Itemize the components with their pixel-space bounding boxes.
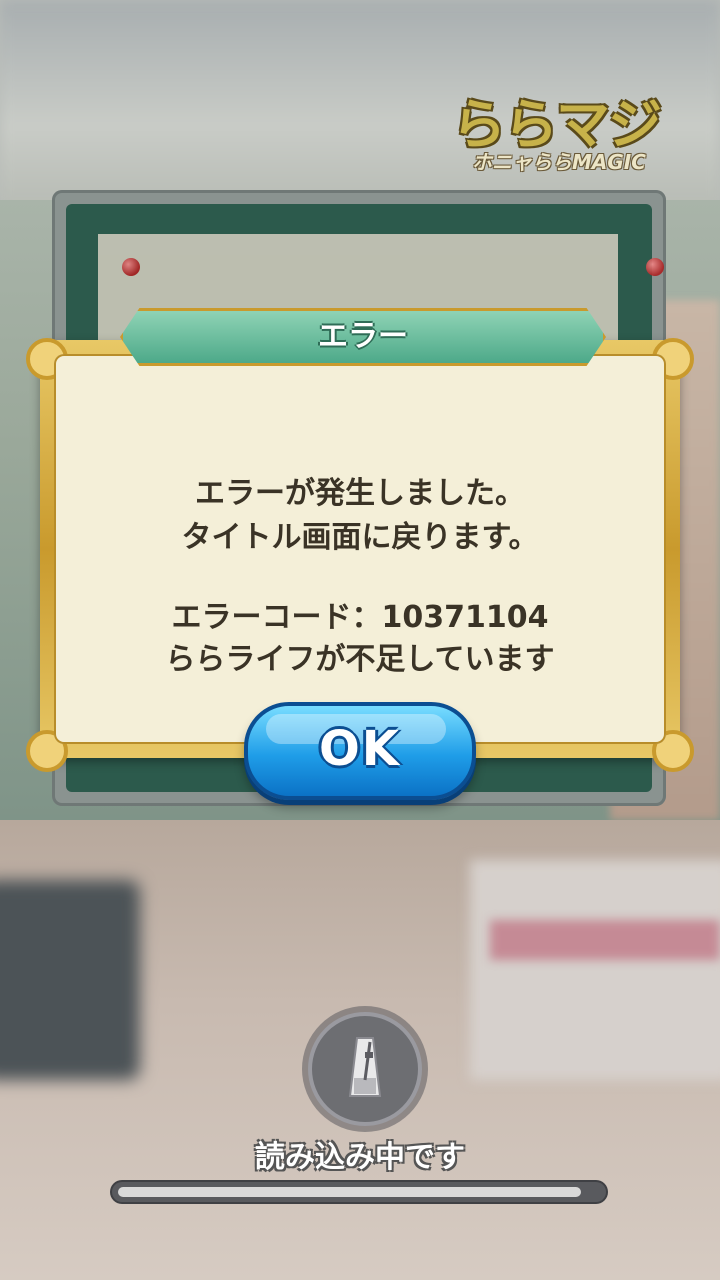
error-message-line2: タイトル画面に戻ります。	[181, 520, 539, 555]
loading-progress-bar	[112, 1182, 606, 1202]
pin-icon	[646, 258, 664, 276]
pin-icon	[122, 258, 140, 276]
background-shelf	[470, 860, 720, 1080]
loading-indicator	[308, 1012, 422, 1126]
loading-progress-fill	[118, 1187, 581, 1197]
background-desk	[0, 880, 140, 1080]
dialog-title: エラー	[318, 319, 408, 354]
error-reason: ららライフが不足しています	[165, 642, 555, 677]
dialog-title-bar: エラー	[120, 308, 606, 366]
error-message-line1: エラーが発生しました。	[195, 476, 525, 511]
dialog-body: エラーが発生しました。 タイトル画面に戻ります。 エラーコード：10371104…	[54, 354, 666, 744]
game-logo: ららマジ ホニャららMAGIC	[452, 80, 672, 180]
error-code: エラーコード：10371104	[171, 600, 549, 635]
dialog-frame: エラーが発生しました。 タイトル画面に戻ります。 エラーコード：10371104…	[26, 338, 694, 772]
ok-button[interactable]: OK	[244, 702, 476, 800]
error-dialog: エラーが発生しました。 タイトル画面に戻ります。 エラーコード：10371104…	[26, 308, 694, 800]
logo-subtitle: ホニャららMAGIC	[472, 150, 646, 174]
loading-text: 読み込み中です	[255, 1140, 465, 1175]
background-shelf-accent	[490, 920, 720, 960]
metronome-icon	[348, 1037, 382, 1097]
ok-button-label: OK	[319, 721, 401, 777]
